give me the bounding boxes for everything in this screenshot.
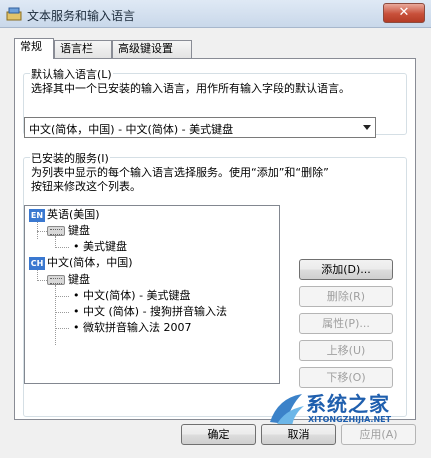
tree-chinese-item[interactable]: • 中文(简体) - 美式键盘 <box>73 288 191 304</box>
tree-chinese-keyboard-header[interactable]: 键盘 <box>47 272 90 288</box>
tree-chinese-item[interactable]: • 微软拼音输入法 2007 <box>73 320 192 336</box>
tree-english-keyboard-label: 键盘 <box>68 224 90 237</box>
tree-item-label: 中文(简体) - 美式键盘 <box>83 289 191 302</box>
properties-button[interactable]: 属性(P)... <box>299 313 393 334</box>
installed-services-tree[interactable]: EN 英语(美国) 键盘 • 美式键盘 CH 中文(简体，中国) 键盘 • 中文(简… <box>24 205 280 384</box>
remove-button[interactable]: 删除(R) <box>299 286 393 307</box>
language-badge-icon: CH <box>29 256 45 270</box>
default-language-value: 中文(简体，中国) - 中文(简体) - 美式键盘 <box>29 123 234 136</box>
default-language-description: 选择其中一个已安装的输入语言，用作所有输入字段的默认语言。 <box>31 82 350 95</box>
tree-language-chinese[interactable]: CH 中文(简体，中国) <box>29 255 133 271</box>
tree-english-keyboard-header[interactable]: 键盘 <box>47 223 90 239</box>
watermark-title: 系统之家 <box>306 392 390 416</box>
tree-chinese-label: 中文(简体，中国) <box>47 256 133 269</box>
tree-chinese-keyboard-label: 键盘 <box>68 273 90 286</box>
installed-services-label: 已安装的服务(I) <box>30 150 110 166</box>
tree-item-label: 微软拼音输入法 2007 <box>83 321 192 334</box>
tree-chinese-item[interactable]: • 中文 (简体) - 搜狗拼音输入法 <box>73 304 227 320</box>
keyboard-icon <box>47 226 65 236</box>
keyboard-icon <box>47 275 65 285</box>
watermark-emblem <box>270 394 304 426</box>
tree-english-label: 英语(美国) <box>47 208 100 221</box>
dialog-body: 常规 语言栏 高级键设置 默认输入语言(L) 选择其中一个已安装的输入语言，用作… <box>0 28 431 458</box>
dropdown-arrow-icon <box>363 125 371 130</box>
tab-advanced-key-settings[interactable]: 高级键设置 <box>112 40 192 58</box>
add-button[interactable]: 添加(D)... <box>299 259 393 280</box>
apply-button[interactable]: 应用(A) <box>341 424 416 445</box>
tab-language-bar[interactable]: 语言栏 <box>54 40 112 58</box>
app-icon <box>6 7 22 21</box>
tree-english-keyboard-item-label: 美式键盘 <box>83 240 127 253</box>
language-badge-icon: EN <box>29 208 45 222</box>
close-icon[interactable]: ✕ <box>383 3 425 23</box>
default-language-label: 默认输入语言(L) <box>30 66 113 82</box>
default-language-select[interactable]: 中文(简体，中国) - 中文(简体) - 美式键盘 <box>24 117 376 138</box>
tab-general[interactable]: 常规 <box>14 38 54 59</box>
move-up-button[interactable]: 上移(U) <box>299 340 393 361</box>
tree-english-keyboard-item[interactable]: • 美式键盘 <box>73 239 127 255</box>
installed-services-description-1: 为列表中显示的每个输入语言选择服务。使用“添加”和“删除” <box>31 166 329 179</box>
cancel-button[interactable]: 取消 <box>261 424 336 445</box>
installed-services-description-2: 按钮来修改这个列表。 <box>31 180 141 193</box>
watermark-url: XITONGZHIJIA.NET <box>308 415 392 424</box>
ok-button[interactable]: 确定 <box>181 424 256 445</box>
tree-language-english[interactable]: EN 英语(美国) <box>29 207 100 223</box>
window-title: 文本服务和输入语言 <box>27 9 136 23</box>
title-bar: 文本服务和输入语言 ✕ <box>0 0 431 28</box>
tree-item-label: 中文 (简体) - 搜狗拼音输入法 <box>83 305 228 318</box>
